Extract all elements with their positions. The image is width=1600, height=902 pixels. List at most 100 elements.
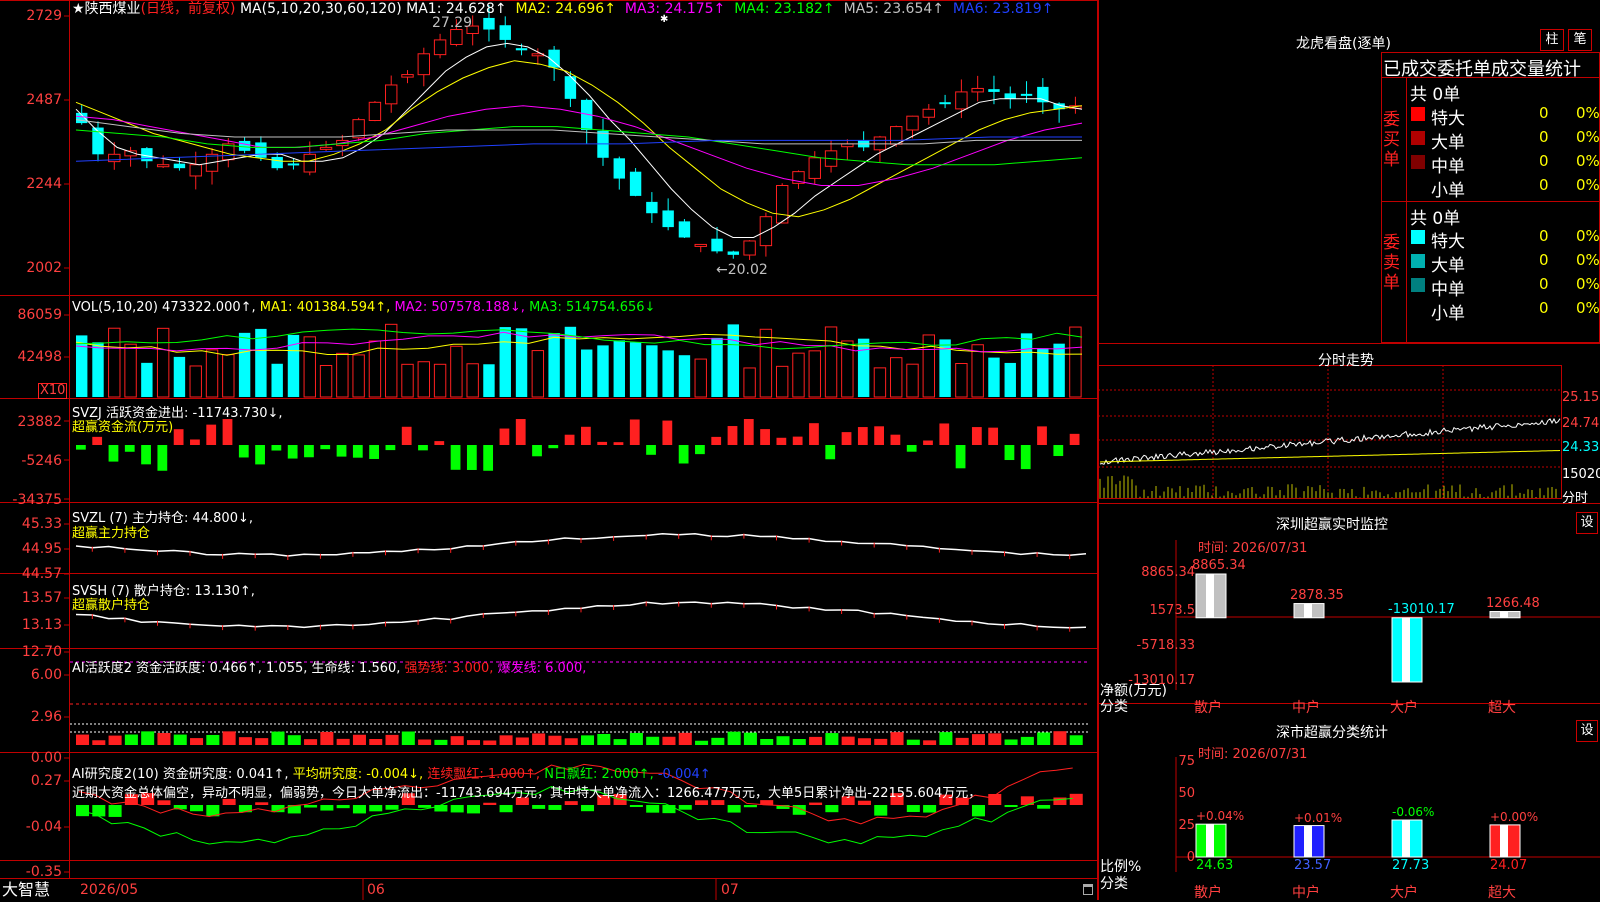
volume-bar xyxy=(92,342,104,397)
fund-flow-bar xyxy=(206,424,217,445)
candle-body xyxy=(662,210,674,228)
activity-bar xyxy=(499,735,513,745)
candle-body xyxy=(775,185,789,224)
candle-body xyxy=(156,164,170,168)
activity-bar xyxy=(776,736,790,745)
activity-bar xyxy=(483,740,497,745)
research-bar xyxy=(320,805,334,811)
volume-bar xyxy=(466,363,479,398)
activity-bar xyxy=(711,737,725,745)
activity-bar xyxy=(581,735,595,745)
candle-body xyxy=(971,87,984,93)
svsh-header: SVSH (7) 散户持仓: 13.130↑, xyxy=(72,584,255,599)
volume-bar xyxy=(597,345,609,397)
stock-name[interactable]: 陕西煤业 xyxy=(85,1,141,17)
lock-icon[interactable] xyxy=(1083,884,1093,895)
candle-body xyxy=(401,74,414,78)
volume-bar xyxy=(303,336,316,398)
buy-orders-label: 委买单 xyxy=(1383,110,1400,170)
order-size-name: 大单 xyxy=(1431,133,1465,153)
candle-body xyxy=(238,140,251,151)
volume-bar xyxy=(988,357,1000,397)
sz-monitor-tick: 8865.34 xyxy=(1141,565,1195,580)
main-chart-area[interactable]: ★陕西煤业(日线，前复权) MA(5,10,20,30,60,120) MA1:… xyxy=(0,0,1098,900)
candle-body xyxy=(694,243,707,247)
candle-body xyxy=(711,238,723,252)
order-size-count: 0 xyxy=(1539,128,1549,146)
activity-bar xyxy=(890,732,904,745)
bar-mode-button[interactable]: 柱 xyxy=(1540,29,1564,51)
order-size-pct: 0% xyxy=(1576,275,1600,293)
activity-bar xyxy=(287,735,301,745)
category-label: 大户 xyxy=(1390,885,1418,901)
activity-bar xyxy=(238,737,252,745)
volume-bar xyxy=(173,356,186,397)
candle-body xyxy=(417,53,430,76)
activity-bar xyxy=(304,739,318,745)
activity-bar xyxy=(1037,732,1051,745)
ai-active-tick: 6.00 xyxy=(30,667,62,683)
activity-bar xyxy=(1004,739,1018,745)
activity-bar xyxy=(597,733,611,745)
volume-bar xyxy=(189,365,202,398)
sz-monitor-xlabel: 分类 xyxy=(1100,699,1128,715)
net-amount-bar-highlight xyxy=(1402,617,1410,682)
volume-bar xyxy=(678,355,691,397)
sz-classify-title: 深市超赢分类统计 xyxy=(1276,725,1388,741)
ratio-change: -0.06% xyxy=(1392,805,1435,820)
research-bar xyxy=(369,805,383,812)
research-bar xyxy=(532,805,546,809)
vol-ma2: MA2: 507578.188↓, xyxy=(394,300,525,315)
tick-mode-button[interactable]: 笔 xyxy=(1568,29,1592,51)
ma-header: MA(5,10,20,30,60,120) xyxy=(239,1,402,17)
category-label: 大户 xyxy=(1390,700,1418,716)
fund-flow-bar xyxy=(352,445,363,458)
candle-body xyxy=(613,158,625,179)
sell-total: 共 0单 xyxy=(1410,209,1461,229)
fund-flow-bar xyxy=(988,427,999,445)
ai-commentary: 近期大资金总体偏空，异动不明显，偏弱势，今日大单净流出：-11743.694万元… xyxy=(72,786,982,801)
volume-bar xyxy=(417,361,430,398)
high-price-label: 27.29 xyxy=(432,15,473,31)
order-size-name: 中单 xyxy=(1431,157,1465,177)
activity-bar xyxy=(857,738,871,745)
fund-flow-bar xyxy=(1004,445,1015,461)
volume-bar xyxy=(76,335,88,397)
date-label: 06 xyxy=(367,882,385,898)
volume-tick: 42498 xyxy=(17,349,62,365)
volume-bar xyxy=(124,343,137,398)
sz-classify-settings-button[interactable]: 设 xyxy=(1576,720,1598,742)
activity-bar xyxy=(906,739,920,745)
ai-active-tick: 0.00 xyxy=(30,750,62,766)
fund-flow-bar xyxy=(515,419,526,445)
ratio-value: 24.07 xyxy=(1490,858,1528,873)
order-size-swatch xyxy=(1411,131,1425,145)
order-size-count: 0 xyxy=(1539,152,1549,170)
fund-flow-bar xyxy=(190,439,200,445)
activity-bar xyxy=(1053,731,1067,745)
volume-bar xyxy=(483,364,495,397)
candle-body xyxy=(108,153,121,163)
ai-research-avg: 平均研究度: -0.004↓, xyxy=(292,767,424,782)
right-panel: 龙虎看盘(逐单) 柱 笔 已成交委托单成交量统计 委买单 共 0单 特大 0 0% 大… xyxy=(1098,0,1600,901)
fund-flow-bar xyxy=(532,445,542,457)
activity-bar xyxy=(141,731,155,745)
volume-bar xyxy=(515,328,528,397)
ai-research-nday: N日飘红: 2.000↑, xyxy=(544,767,654,782)
volume-bar xyxy=(646,345,658,397)
activity-bar xyxy=(401,731,415,745)
order-size-swatch xyxy=(1411,302,1425,316)
fund-flow-bar xyxy=(792,436,803,445)
intraday-tick: 25.15 xyxy=(1562,390,1600,405)
research-bar xyxy=(1069,793,1083,805)
volume-bar xyxy=(108,327,121,398)
sz-monitor-title: 深圳超赢实时监控 xyxy=(1276,517,1388,533)
activity-bar xyxy=(792,739,806,745)
activity-bar xyxy=(336,738,350,745)
svzj-tick: -34375 xyxy=(12,492,62,508)
fund-flow-bar xyxy=(108,445,119,462)
brand-logo: 大智慧 xyxy=(2,880,51,899)
research-bar xyxy=(450,805,464,813)
sz-monitor-tick: 1573.5 xyxy=(1149,603,1196,618)
sz-monitor-settings-button[interactable]: 设 xyxy=(1576,512,1598,534)
